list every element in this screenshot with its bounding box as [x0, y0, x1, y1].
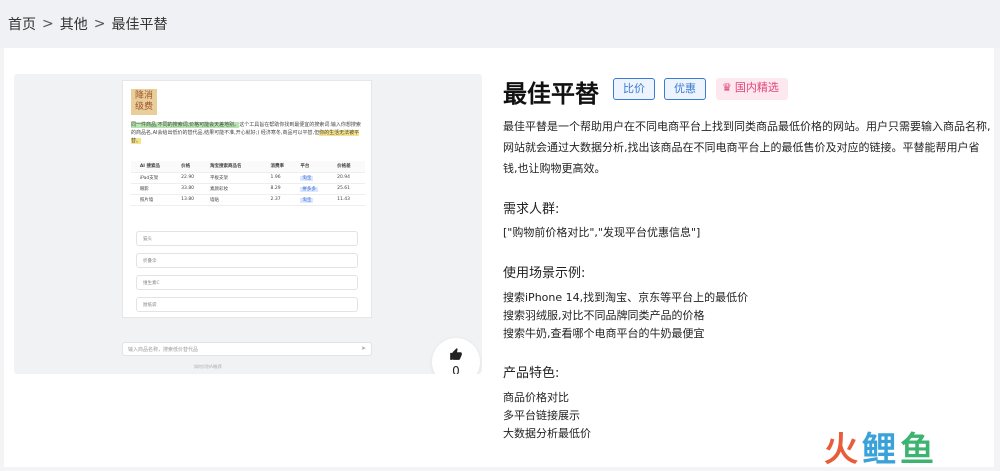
table-header	[131, 161, 138, 173]
preview-table: AI 搜索品 价格 淘宝搜索商品名 消费率 平台 价格差 iPad支架 22.9…	[131, 161, 365, 206]
tool-title: 最佳平替	[503, 80, 599, 108]
tool-preview-image[interactable]: 降消级费 同一件商品,不同的搜索词,价格可能会天差地别。这个工具旨在帮助你找到最…	[14, 74, 482, 374]
tag-discount[interactable]: 优惠	[664, 78, 706, 100]
breadcrumb-separator: >	[93, 16, 106, 32]
table-header: 平台	[298, 161, 336, 173]
breadcrumb-home[interactable]: 首页	[8, 14, 36, 34]
table-row: 眼影 33.80 素颜彩妆 8.29 拼多多 25.61	[131, 183, 365, 195]
table-cell: 22.90	[179, 172, 208, 184]
badge-label: 国内精选	[734, 81, 779, 94]
send-icon: ➤	[360, 345, 366, 352]
table-cell: 11.43	[335, 194, 365, 206]
table-header: 消费率	[268, 161, 299, 173]
preview-field: 厨纸袋	[136, 297, 358, 312]
breadcrumb: 首页 > 其他 > 最佳平替	[0, 0, 1000, 48]
audience-heading: 需求人群:	[503, 202, 560, 217]
preview-chat-input: 输入商品名称，搜索低价替代品 ➤	[122, 342, 372, 356]
preview-field: 折叠伞	[136, 253, 358, 268]
tool-detail-card: 降消级费 同一件商品,不同的搜索词,价格可能会天差地别。这个工具旨在帮助你找到最…	[4, 48, 994, 467]
table-cell: 8.29	[268, 183, 299, 195]
tag-price-compare[interactable]: 比价	[613, 78, 655, 100]
table-cell	[131, 172, 138, 184]
feature-item: 大数据分析最低价	[503, 427, 591, 440]
table-cell: 13.80	[179, 194, 208, 206]
table-cell: 墙贴	[207, 194, 269, 206]
feature-item: 商品价格对比	[503, 391, 569, 404]
scenario-item: 搜索羽绒服,对比不同品牌同类产品的价格	[503, 309, 705, 322]
table-cell: 1.96	[268, 172, 299, 184]
table-header: AI 搜索品	[137, 161, 180, 173]
table-header: 价格	[179, 161, 208, 173]
preview-description: 同一件商品,不同的搜索词,价格可能会天差地别。这个工具旨在帮助你找到最便宜的搜索…	[131, 121, 365, 145]
table-cell: 淘宝	[298, 194, 336, 206]
preview-screenshot: 降消级费 同一件商品,不同的搜索词,价格可能会天差地别。这个工具旨在帮助你找到最…	[122, 80, 372, 318]
breadcrumb-separator: >	[42, 16, 54, 32]
table-cell: 淘宝	[298, 172, 336, 184]
table-cell: iPad支架	[137, 172, 180, 184]
preview-desc-highlight: 同一件商品,不同的搜索词,价格可能会天差地别。	[131, 122, 240, 128]
like-count: 0	[452, 364, 460, 374]
table-cell: 平板支架	[207, 172, 269, 184]
table-cell: 拼多多	[298, 183, 336, 195]
table-cell: 33.80	[179, 183, 208, 195]
table-cell	[131, 194, 138, 206]
platform-tag: 拼多多	[300, 186, 318, 192]
crown-icon: ♛	[722, 81, 732, 94]
preview-field: 猫头	[136, 231, 358, 246]
tool-description: 最佳平替是一个帮助用户在不同电商平台上找到同类商品最低价格的网站。用户只需要输入…	[503, 120, 991, 175]
scenarios-heading: 使用场景示例:	[503, 266, 586, 281]
table-cell: 25.61	[335, 183, 365, 195]
preview-footer: 如何识别AI推荐	[194, 364, 222, 369]
scenario-item: 搜索牛奶,查看哪个电商平台的牛奶最便宜	[503, 327, 705, 340]
watermark-logo: 火鲤鱼	[824, 430, 938, 470]
audience-list: ["购物前价格对比","发现平台优惠信息"]	[503, 226, 701, 239]
chat-placeholder: 输入商品名称，搜索低价替代品	[128, 347, 199, 353]
platform-tag: 淘宝	[300, 197, 314, 203]
table-cell	[131, 183, 138, 195]
platform-tag: 淘宝	[300, 175, 314, 181]
features-heading: 产品特色:	[503, 366, 560, 381]
thumbs-up-icon	[450, 348, 462, 360]
table-cell: 20.94	[335, 172, 365, 184]
table-header: 价格差	[335, 161, 365, 173]
like-button[interactable]: 0	[432, 338, 480, 374]
feature-item: 多平台链接展示	[503, 409, 580, 422]
preview-logo: 降消级费	[131, 89, 157, 115]
breadcrumb-current: 最佳平替	[111, 17, 168, 33]
preview-field: 维生素C	[136, 275, 358, 290]
table-cell: 眼影	[137, 183, 180, 195]
badge-domestic-pick[interactable]: ♛ 国内精选	[716, 78, 788, 100]
scenario-item: 搜索iPhone 14,找到淘宝、京东等平台上的最低价	[503, 291, 749, 304]
table-cell: 2.37	[268, 194, 299, 206]
table-cell: 素颜彩妆	[207, 183, 269, 195]
table-row: iPad支架 22.90 平板支架 1.96 淘宝 20.94	[131, 172, 365, 184]
table-header: 淘宝搜索商品名	[207, 161, 269, 173]
table-header-row: AI 搜索品 价格 淘宝搜索商品名 消费率 平台 价格差	[131, 161, 365, 173]
table-cell: 照片墙	[137, 194, 180, 206]
breadcrumb-category[interactable]: 其他	[60, 14, 88, 34]
table-row: 照片墙 13.80 墙贴 2.37 淘宝 11.43	[131, 194, 365, 206]
